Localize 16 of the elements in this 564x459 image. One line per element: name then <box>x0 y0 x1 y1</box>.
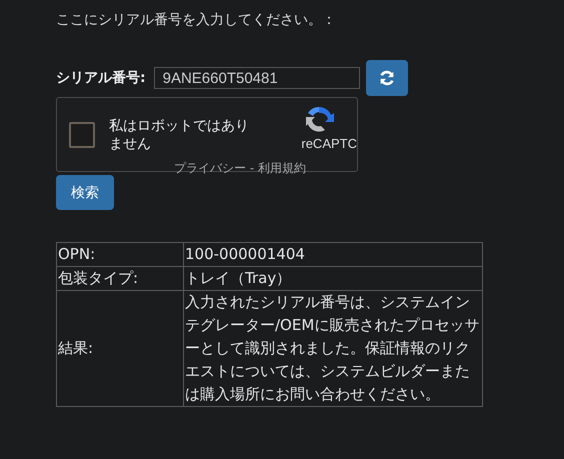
serial-input-field[interactable]: 9ANE660T50481 <box>154 67 360 89</box>
captcha-checkbox[interactable] <box>69 122 95 148</box>
refresh-button[interactable] <box>366 60 408 96</box>
refresh-icon <box>378 69 396 87</box>
search-button[interactable]: 検索 <box>56 175 114 210</box>
field-value: トレイ（Tray） <box>184 266 482 290</box>
captcha-brand-text: reCAPTC <box>301 136 357 151</box>
privacy-terms-link[interactable]: プライバシー - 利用規約 <box>174 160 306 177</box>
instruction-text: ここにシリアル番号を入力してください。： <box>56 11 337 30</box>
field-label: 包装タイプ: <box>56 266 184 290</box>
field-value: 入力されたシリアル番号は、システムインテグレーター/OEMに販売されたプロセッサーとして識別されました。保証情報のリクエストについては、システムビルダーまたは購入場所にお問い合わせください。 <box>184 290 482 406</box>
captcha-label: 私はロボットではありません <box>109 116 250 152</box>
field-value: 100-000001404 <box>184 242 482 266</box>
field-label: 結果: <box>56 290 184 406</box>
serial-label: シリアル番号: <box>56 69 146 87</box>
field-label: OPN: <box>56 242 184 266</box>
